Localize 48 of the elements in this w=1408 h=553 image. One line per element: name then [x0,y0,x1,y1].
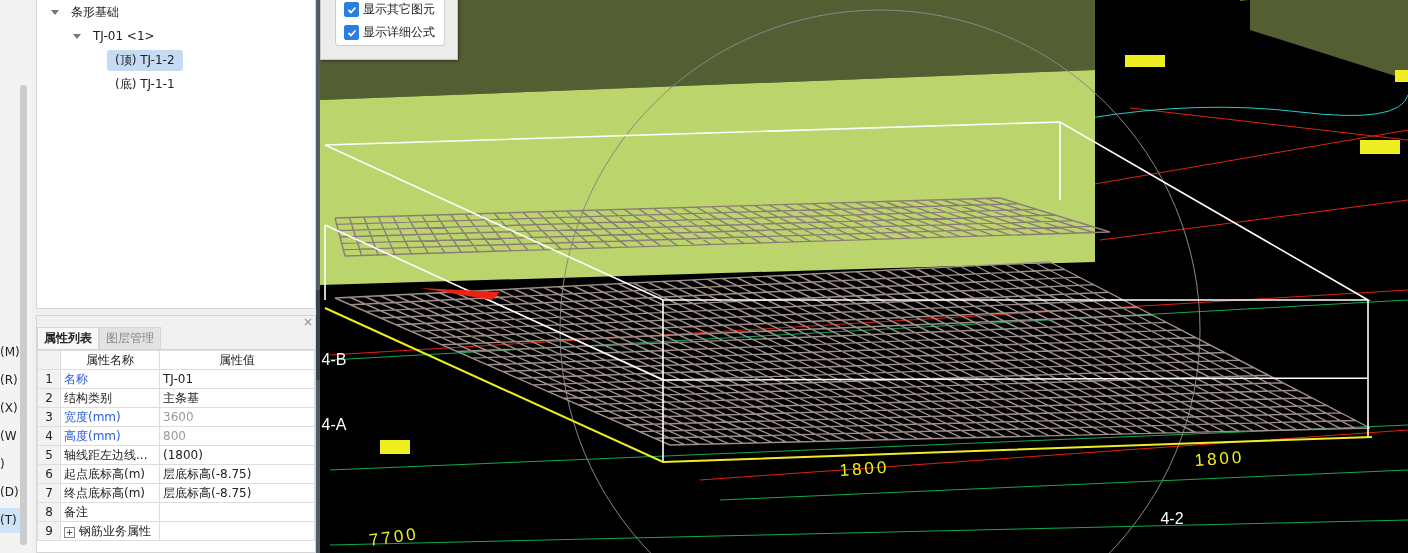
dimension-text: 1800 [1193,447,1245,470]
caret-icon[interactable] [51,9,59,15]
checkbox-label: 显示详细公式 [363,24,435,41]
toolbar-item[interactable]: (W [0,424,20,449]
property-name: 结构类别 [64,390,112,405]
tree-item[interactable]: 条形基础 [63,1,127,23]
toolbar-item[interactable]: (X) [0,396,20,421]
tree-item[interactable]: (顶) TJ-1-2 [107,49,183,71]
property-value[interactable]: 主条基 [163,390,199,405]
checkbox[interactable] [344,2,359,17]
toolbar-item[interactable]: (R) [0,368,20,393]
property-name: 起点底标高(m) [64,466,146,481]
toolbar-item[interactable]: (M) [0,340,20,365]
checkmark-icon [346,4,357,15]
property-name: 钢筋业务属性 [79,523,151,538]
tree-item[interactable]: (底) TJ-1-1 [107,73,183,95]
toolbar-item[interactable]: (D) [0,480,20,505]
annotation-mark [1125,55,1165,67]
property-name: 名称 [64,371,88,386]
close-icon[interactable] [304,317,312,326]
checkbox[interactable] [344,25,359,40]
splitter-handle[interactable] [316,290,320,380]
tree-item[interactable]: TJ-01 <1> [85,27,163,45]
axis-label: 4-2 [1160,510,1184,527]
axis-label: 4-A [321,416,347,433]
expand-toggle[interactable]: + [64,526,75,538]
annotation-mark [380,440,410,454]
axis-label: 4-B [321,351,347,368]
property-name: 备注 [64,504,88,519]
scrollbar[interactable] [20,85,27,545]
annotation-mark [1360,140,1400,154]
dimension-text: 1800 [838,457,890,480]
panel-tab[interactable]: 属性列表 [37,327,99,349]
toolbar-item[interactable]: (T) [0,508,20,533]
property-name: 终点底标高(m) [64,485,146,500]
column-header: 属性值 [159,350,315,370]
property-value[interactable]: (1800) [163,448,203,462]
caret-icon[interactable] [73,33,81,39]
property-name: 轴线距左边线... [64,447,148,462]
dimension-text: 7700 [367,524,420,550]
property-value[interactable]: TJ-01 [163,372,194,386]
annotation-mark [1395,70,1408,82]
toolbar-item[interactable]: ) [0,452,20,477]
property-name: 高度(mm) [64,428,121,443]
column-header: 属性名称 [60,350,160,370]
checkmark-icon [346,27,357,38]
checkbox-label: 显示其它图元 [363,1,435,18]
property-name: 宽度(mm) [64,409,121,424]
